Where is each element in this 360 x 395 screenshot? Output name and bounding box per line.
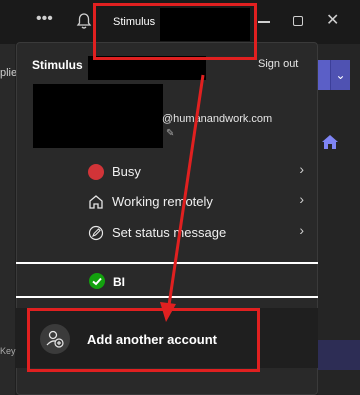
account-name: Stimulus [32, 58, 83, 72]
home-icon[interactable] [321, 134, 339, 150]
chevron-right-icon: › [299, 222, 304, 238]
maximize-icon[interactable] [293, 16, 303, 26]
status-label: Set status message [112, 225, 227, 240]
more-options-icon[interactable]: ••• [36, 10, 56, 32]
sign-out-link[interactable]: Sign out [258, 58, 298, 70]
check-circle-icon [89, 273, 105, 289]
annotation-box [27, 308, 260, 372]
status-label: Busy [112, 164, 141, 179]
background-bottom-bar [318, 340, 360, 370]
chevron-right-icon: › [299, 161, 304, 177]
status-label: Working remotely [112, 194, 213, 209]
minimize-icon[interactable] [258, 21, 270, 23]
set-status-message-item[interactable]: Set status message › [86, 222, 306, 244]
chevron-down-icon[interactable]: ⌄ [330, 60, 350, 90]
pencil-icon [88, 225, 104, 241]
background-left-pane [0, 44, 15, 395]
home-icon [88, 194, 104, 210]
avatar [33, 84, 163, 148]
status-location-item[interactable]: Working remotely › [86, 191, 306, 213]
edit-icon[interactable]: ✎ [166, 128, 174, 139]
chevron-right-icon: › [299, 191, 304, 207]
status-busy-item[interactable]: Busy › [86, 161, 306, 183]
close-icon[interactable]: ✕ [326, 10, 346, 30]
busy-status-icon [88, 164, 104, 180]
account-email: @humanandwork.com [162, 113, 273, 125]
annotation-box [93, 3, 257, 60]
organization-item[interactable] [16, 262, 318, 298]
background-left-text: plie [0, 67, 18, 79]
background-left-bottom-text: Key [0, 346, 16, 356]
notifications-icon[interactable] [76, 12, 92, 30]
organization-label: BI [113, 275, 125, 289]
